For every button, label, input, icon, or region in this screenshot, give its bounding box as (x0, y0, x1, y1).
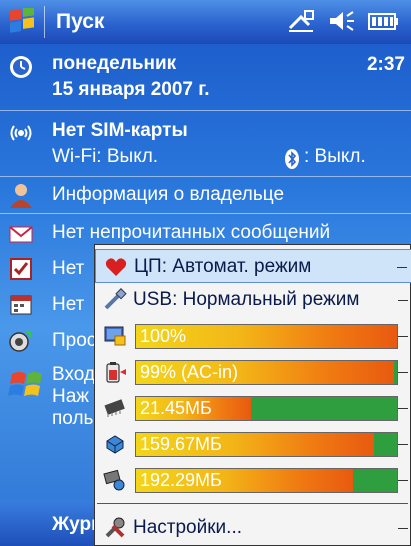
sim-status: Нет SIM-карты (52, 120, 188, 141)
storage-icon (106, 435, 124, 454)
date-weekday: понедельник (52, 53, 177, 74)
messages-text: Нет непрочитанных сообщений (52, 222, 331, 243)
wifi-status: Wi-Fi: Выкл. (52, 146, 159, 167)
card-storage-bar-item[interactable]: 192.29МБ (95, 463, 411, 497)
separator (0, 213, 411, 214)
battery-value: 99% (AC-in) (140, 362, 239, 382)
backlight-bar-item[interactable]: 100% (95, 319, 411, 353)
heart-icon (105, 258, 127, 276)
card-storage-icon (103, 469, 125, 491)
usb-icon (104, 288, 127, 310)
menu-dash (398, 336, 408, 337)
power-popup-menu: ЦП: Автомат. режим USB: Нормальный режим… (94, 244, 411, 546)
battery-status-icon[interactable] (367, 8, 401, 34)
date-full: 15 января 2007 г. (52, 79, 210, 100)
separator (0, 110, 411, 111)
start-menu-title[interactable]: Пуск (56, 10, 104, 34)
today-screen: Пуск понедельник 15 января 2007 г. 2:37 … (0, 0, 411, 546)
usb-mode-label: USB: Нормальный режим (133, 289, 360, 310)
separator (0, 176, 411, 177)
menu-divider (97, 503, 408, 504)
backlight-value: 100% (140, 326, 187, 346)
storage-bar-item[interactable]: 159.67МБ (95, 427, 411, 461)
cpu-mode-label: ЦП: Автомат. режим (134, 256, 312, 277)
memory-value: 21.45МБ (140, 398, 212, 418)
status-text: Прос (52, 330, 97, 351)
menu-dash (398, 528, 408, 529)
display-battery-icon (104, 326, 126, 346)
connectivity-icon[interactable] (287, 8, 317, 34)
cpu-mode-item[interactable]: ЦП: Автомат. режим (95, 249, 411, 283)
owner-info-text: Информация о владельце (52, 184, 285, 205)
volume-icon[interactable] (327, 8, 357, 34)
battery-bar-item[interactable]: 99% (AC-in) (95, 355, 411, 389)
owner-icon (10, 184, 32, 208)
calendar-text: Нет (52, 294, 85, 315)
calendar-icon (10, 295, 32, 315)
usb-mode-item[interactable]: USB: Нормальный режим (95, 283, 411, 317)
date-row[interactable]: понедельник 15 января 2007 г. 2:37 (0, 50, 411, 108)
tasks-icon (10, 258, 32, 280)
owner-info-row[interactable]: Информация о владельце (0, 178, 411, 212)
card-storage-value: 192.29МБ (140, 470, 222, 490)
battery-icon (106, 362, 126, 383)
memory-chip-icon (104, 399, 125, 417)
clock-icon (10, 56, 32, 78)
clock-time: 2:37 (366, 54, 405, 75)
envelope-icon (9, 226, 33, 243)
menu-dash (397, 267, 407, 268)
login-line-1: Вход (52, 364, 95, 385)
sim-row[interactable]: Нет SIM-карты Wi-Fi: Выкл. : Выкл. (0, 116, 411, 174)
menu-dash (398, 444, 408, 445)
login-line-2: Наж (52, 386, 89, 407)
windows-logo-icon (8, 372, 42, 396)
battery-bar: 99% (AC-in) (135, 360, 398, 385)
settings-tools-icon (105, 517, 125, 538)
menu-dash (398, 408, 408, 409)
card-storage-bar: 192.29МБ (135, 468, 398, 493)
windows-start-icon[interactable] (8, 8, 36, 36)
backlight-bar: 100% (135, 324, 398, 349)
tasks-text: Нет (52, 258, 85, 279)
menu-dash (398, 480, 408, 481)
title-separator (44, 6, 45, 38)
settings-item[interactable]: Настройки... (95, 511, 411, 545)
device-status-icon (9, 331, 31, 352)
bluetooth-icon (285, 149, 299, 169)
memory-bar-item[interactable]: 21.45МБ (95, 391, 411, 425)
title-bar: Пуск (0, 0, 411, 44)
menu-dash (398, 372, 408, 373)
settings-label: Настройки... (133, 517, 242, 538)
memory-bar: 21.45МБ (135, 396, 398, 421)
bluetooth-status: : Выкл. (304, 146, 366, 167)
menu-dash (398, 300, 408, 301)
storage-bar: 159.67МБ (135, 432, 398, 457)
storage-value: 159.67МБ (140, 434, 222, 454)
wireless-antenna-icon (10, 125, 32, 141)
